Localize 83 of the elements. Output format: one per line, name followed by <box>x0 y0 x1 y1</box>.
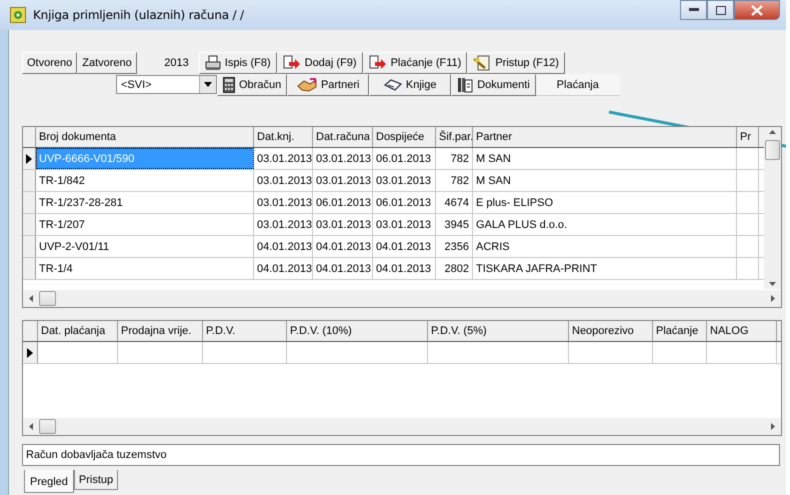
table-cell: 06.01.2013 <box>373 148 436 169</box>
table-cell: 03.01.2013 <box>313 170 373 191</box>
current-row-icon <box>27 348 33 358</box>
horizontal-scrollbar[interactable] <box>23 418 781 435</box>
table-cell: 04.01.2013 <box>254 236 313 257</box>
table-cell: UVP-6666-V01/590 <box>36 148 254 169</box>
table-cell: 03.01.2013 <box>313 214 373 235</box>
documents-icon <box>457 77 474 93</box>
toolbar-button[interactable]: Knjige <box>369 74 452 96</box>
table-cell: 4674 <box>436 192 473 213</box>
table-cell: 03.01.2013 <box>254 148 313 169</box>
table-cell: TR-1/4 <box>36 258 254 279</box>
table-cell: 06.01.2013 <box>373 192 436 213</box>
close-icon <box>751 4 763 16</box>
document-arrow-icon <box>368 55 387 71</box>
table-cell: GALA PLUS d.o.o. <box>473 214 737 235</box>
table-cell: 03.01.2013 <box>313 148 373 169</box>
app-icon <box>10 7 26 23</box>
table-cell: 2356 <box>436 236 473 257</box>
scroll-down-icon <box>769 282 776 286</box>
toolbar-button[interactable]: Dokumenti <box>451 74 536 96</box>
book-icon <box>384 79 402 91</box>
table-cell: TISKARA JAFRA-PRINT <box>473 258 737 279</box>
dropdown-arrow-icon <box>204 82 212 87</box>
toolbar-button[interactable]: Ispis (F8) <box>198 52 277 74</box>
toolbar-button[interactable]: Plaćanje (F11) <box>362 52 468 74</box>
handshake-icon <box>296 78 317 92</box>
scroll-right-icon <box>771 295 775 302</box>
tab[interactable]: Pregled <box>24 470 74 493</box>
toolbar-button[interactable]: Partneri <box>287 74 370 96</box>
table-cell: M SAN <box>473 170 737 191</box>
table-cell: 06.01.2013 <box>313 192 373 213</box>
table-cell: 04.01.2013 <box>373 236 436 257</box>
table-cell: 3945 <box>436 214 473 235</box>
scroll-left-icon <box>29 423 33 430</box>
minimize-button[interactable] <box>680 0 707 20</box>
filter-button[interactable]: Otvoreno <box>22 52 78 74</box>
maximize-icon <box>716 6 726 14</box>
table-cell: E plus- ELIPSO <box>473 192 737 213</box>
table-cell: 03.01.2013 <box>373 170 436 191</box>
window-title: Knjiga primljenih (ulaznih) računa / / <box>33 8 244 22</box>
table-cell: 03.01.2013 <box>373 214 436 235</box>
scroll-thumb[interactable] <box>39 291 56 306</box>
scroll-thumb[interactable] <box>39 419 56 434</box>
toolbar-button[interactable]: Dodaj (F9) <box>276 52 363 74</box>
toolbar-button[interactable]: Pristup (F12) <box>467 52 565 74</box>
scroll-up-icon <box>769 130 776 134</box>
printer-icon <box>204 55 221 71</box>
table-cell: UVP-2-V01/11 <box>36 236 254 257</box>
toolbar-button[interactable]: Obračun <box>217 74 288 96</box>
table-cell: 2802 <box>436 258 473 279</box>
payments-tab[interactable]: Plaćanja <box>536 74 620 96</box>
table-cell: 04.01.2013 <box>313 258 373 279</box>
table-cell: ACRIS <box>473 236 737 257</box>
table-cell: 03.01.2013 <box>254 214 313 235</box>
maximize-button[interactable] <box>707 0 734 20</box>
table-cell: 782 <box>436 170 473 191</box>
calculator-icon <box>223 77 235 93</box>
scroll-right-icon <box>771 423 775 430</box>
year-dropdown[interactable]: <SVI> <box>116 75 217 94</box>
description-field: Račun dobavljača tuzemstvo <box>22 444 780 466</box>
table-cell: 03.01.2013 <box>254 192 313 213</box>
table-cell: TR-1/842 <box>36 170 254 191</box>
document-arrow-icon <box>282 55 301 71</box>
documents-key-icon <box>473 55 492 71</box>
horizontal-scrollbar[interactable] <box>23 290 781 307</box>
current-row-icon <box>26 154 32 164</box>
table-cell: M SAN <box>473 148 737 169</box>
tab[interactable]: Pristup <box>74 470 118 490</box>
scroll-left-icon <box>29 295 33 302</box>
table-cell: 04.01.2013 <box>313 236 373 257</box>
minimize-icon <box>688 8 698 12</box>
scroll-thumb[interactable] <box>765 140 780 160</box>
table-cell: 04.01.2013 <box>254 258 313 279</box>
filter-button[interactable]: Zatvoreno <box>77 52 137 74</box>
table-cell: 03.01.2013 <box>254 170 313 191</box>
table-cell: TR-1/207 <box>36 214 254 235</box>
close-button[interactable] <box>734 0 780 20</box>
year-label: 2013 <box>163 56 190 71</box>
table-cell: 782 <box>436 148 473 169</box>
vertical-scrollbar[interactable] <box>764 127 781 289</box>
table-cell: 04.01.2013 <box>373 258 436 279</box>
table-cell: TR-1/237-28-281 <box>36 192 254 213</box>
